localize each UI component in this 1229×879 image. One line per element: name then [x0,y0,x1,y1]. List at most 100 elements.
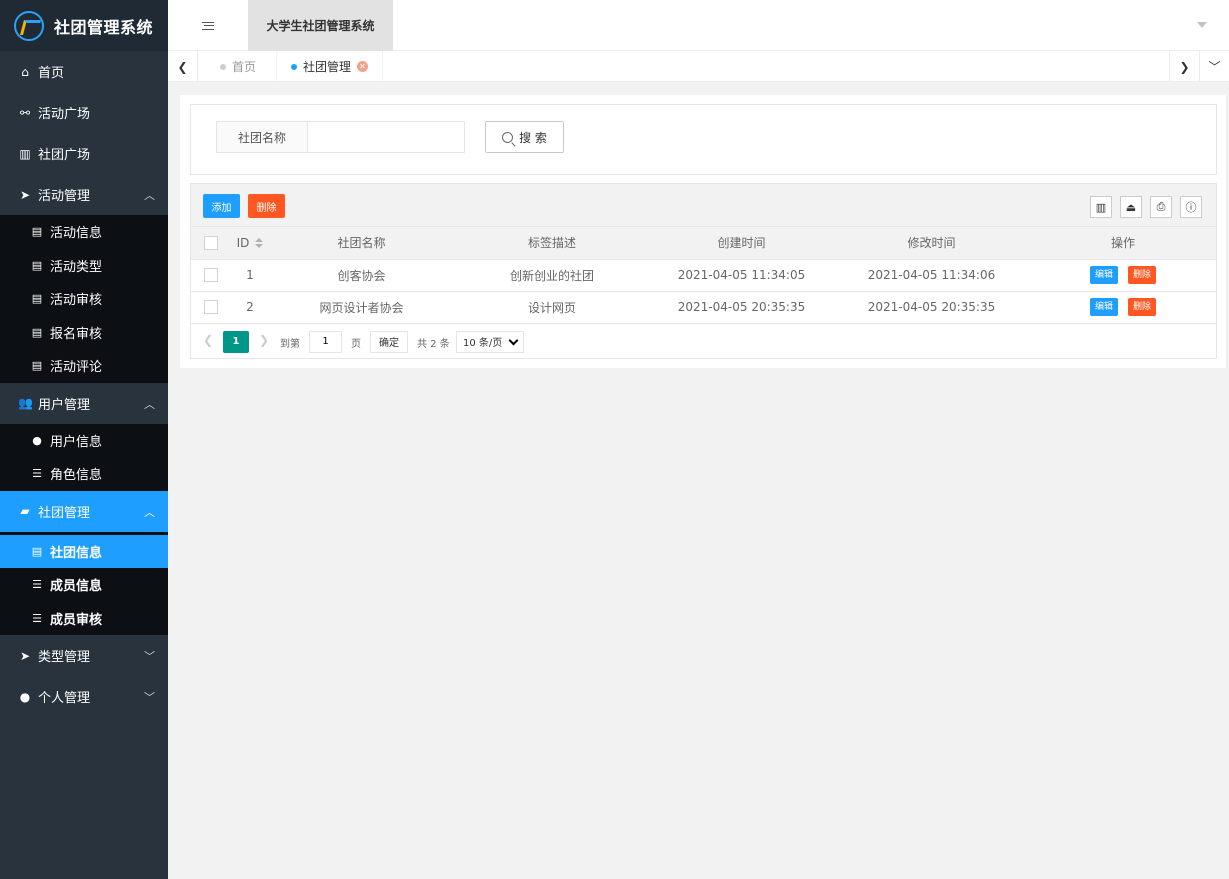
sidebar-item-activity-square[interactable]: ⚯ 活动广场 [0,92,168,133]
users-icon: 👥 [18,396,33,410]
list-icon: ☰ [32,611,42,625]
search-button[interactable]: 搜 索 [485,121,564,153]
logo-text: 社团管理系统 [54,17,154,37]
tab-label: 社团管理 [303,60,352,74]
sidebar-subitem-activity-comments[interactable]: ▤ 活动评论 [0,349,168,383]
cell-created: 2021-04-05 11:34:05 [650,259,833,292]
cell-actions: 编辑 删除 [1030,259,1216,292]
sidebar-item-label: 个人管理 [38,691,91,706]
tab-menu-button[interactable]: ﹀ [1199,51,1229,82]
sidebar-subitem-signup-review[interactable]: ▤ 报名审核 [0,316,168,350]
sidebar-subitem-user-info[interactable]: ● 用户信息 [0,424,168,458]
logo-icon [14,10,44,41]
confirm-page-button[interactable]: 确定 [370,330,408,353]
sidebar-subitem-label: 活动审核 [50,293,103,309]
delete-button[interactable]: 删除 [1128,298,1156,316]
export-icon[interactable]: ⏏ [1120,196,1142,218]
sidebar-item-type-management[interactable]: ➤ 类型管理 ﹀ [0,635,168,676]
add-button[interactable]: 添加 [203,194,240,218]
current-page-button[interactable]: 1 [223,330,249,353]
user-icon: ● [19,689,31,704]
select-all-checkbox[interactable] [204,236,218,250]
sidebar-item-activity-management[interactable]: ➤ 活动管理 ︿ [0,174,168,215]
column-header-id[interactable]: ID [231,227,269,260]
chevron-up-icon: ︿ [144,189,155,202]
menu-toggle-button[interactable] [168,0,248,51]
table-row: 1 创客协会 创新创业的社团 2021-04-05 11:34:05 2021-… [191,259,1216,292]
sidebar-subitem-member-review[interactable]: ☰ 成员审核 [0,602,168,636]
print-icon[interactable]: ⎙ [1150,196,1172,218]
sidebar-item-label: 用户管理 [38,397,91,413]
caret-down-icon[interactable] [1197,22,1207,28]
sidebar-item-label: 活动广场 [38,107,91,122]
sidebar-subitem-label: 活动评论 [50,360,103,376]
tab-scroll-right-button[interactable]: ❯ [1169,51,1199,82]
delete-button[interactable]: 删除 [1128,266,1156,284]
sidebar-item-personal-management[interactable]: ● 个人管理 ﹀ [0,676,168,717]
total-count: 共 2 条 [417,338,450,350]
column-header-name: 社团名称 [269,227,454,260]
sidebar-item-club-management[interactable]: ▰ 社团管理 ︿ [0,490,168,532]
edit-button[interactable]: 编辑 [1090,266,1118,284]
sidebar-subitem-label: 角色信息 [50,468,103,484]
cell-modified: 2021-04-05 11:34:06 [833,259,1030,292]
tab-home[interactable]: 首页 [206,51,270,82]
search-form: 社团名称 搜 索 [190,104,1217,175]
next-page-icon[interactable]: ❯ [259,333,269,347]
chevron-up-icon: ︿ [144,397,155,411]
row-checkbox[interactable] [204,300,218,315]
tab-dot [291,63,297,70]
sidebar-subitem-label: 成员信息 [50,579,103,595]
select-all-cell [191,227,231,260]
chevron-down-icon: ﹀ [144,691,155,704]
submenu-activity-management: ▤ 活动信息 ▤ 活动类型 ▤ 活动审核 ▤ 报名审核 ▤ 活动评论 [0,215,168,383]
data-table: 添加 删除 ▥ ⏏ ⎙ ⓘ ID 社团名称 标签描述 创建时间 修改时间 操作 [190,183,1217,359]
pagination: ❮ 1 ❯ 到第 页 确定 共 2 条 10 条/页 [191,324,1216,357]
sidebar-subitem-member-info[interactable]: ☰ 成员信息 [0,568,168,602]
book-icon: ▰ [20,504,30,518]
cell-modified: 2021-04-05 20:35:35 [833,291,1030,324]
search-icon [502,131,514,143]
tab-bar: ❮ 首页 社团管理 ✕ ❯ ﹀ [168,51,1229,82]
row-checkbox[interactable] [204,268,218,283]
search-button-label: 搜 索 [519,130,547,145]
sidebar-item-label: 活动管理 [38,189,91,204]
sidebar-subitem-label: 活动信息 [50,226,103,242]
batch-delete-button[interactable]: 删除 [248,194,285,218]
home-icon: ⌂ [21,64,29,79]
paper-plane-icon: ➤ [19,648,31,663]
table-toolbar: 添加 删除 ▥ ⏏ ⎙ ⓘ [191,184,1216,227]
tab-club-management[interactable]: 社团管理 ✕ [276,51,384,82]
sort-icon[interactable] [255,238,264,249]
tab-scroll-left-button[interactable]: ❮ [168,51,198,82]
header-title[interactable]: 大学生社团管理系统 [248,0,393,51]
list-card-icon: ▤ [31,544,43,558]
column-header-created: 创建时间 [650,227,833,260]
row-select-cell [191,291,231,324]
sidebar-subitem-activity-type[interactable]: ▤ 活动类型 [0,249,168,283]
sidebar-item-club-square[interactable]: ▥ 社团广场 [0,133,168,174]
logo: 社团管理系统 [0,0,168,51]
sidebar-subitem-activity-info[interactable]: ▤ 活动信息 [0,215,168,249]
page-size-select[interactable]: 10 条/页 [456,330,524,353]
sidebar-subitem-label: 成员审核 [50,612,103,628]
sidebar-item-home[interactable]: ⌂ 首页 [0,51,168,92]
columns-filter-icon[interactable]: ▥ [1090,196,1112,218]
sidebar-subitem-role-info[interactable]: ☰ 角色信息 [0,457,168,491]
sidebar-subitem-activity-review[interactable]: ▤ 活动审核 [0,282,168,316]
sidebar-subitem-label: 活动类型 [50,259,103,275]
chevron-down-icon: ﹀ [144,650,155,663]
info-icon[interactable]: ⓘ [1180,196,1202,218]
list-card-icon: ▤ [31,325,43,339]
edit-button[interactable]: 编辑 [1090,298,1118,316]
search-input[interactable] [307,121,465,153]
sidebar-item-user-management[interactable]: 👥 用户管理 ︿ [0,383,168,424]
prev-page-icon[interactable]: ❮ [203,333,213,347]
cell-name: 网页设计者协会 [269,291,454,324]
sidebar-subitem-club-info[interactable]: ▤ 社团信息 [0,534,168,568]
cell-desc: 设计网页 [454,291,650,324]
sidebar: 社团管理系统 ⌂ 首页 ⚯ 活动广场 ▥ 社团广场 ➤ 活动管理 ︿ ▤ 活动信息… [0,0,168,879]
close-icon[interactable]: ✕ [357,61,369,72]
sidebar-item-label: 社团管理 [38,505,91,521]
page-number-input[interactable] [309,330,342,353]
